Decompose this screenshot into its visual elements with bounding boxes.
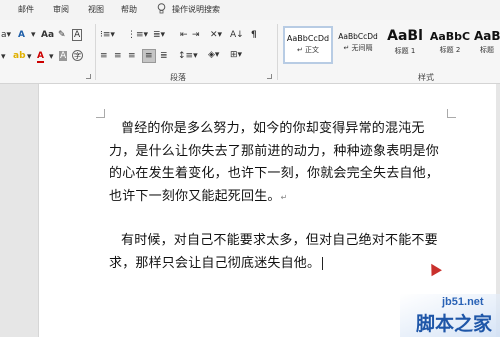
body-paragraph-1[interactable]: 曾经的你是多么努力，如今的你却变得异常的混沌无力，是什么让你失去了那前进的动力，… <box>109 118 449 209</box>
menu-view[interactable]: 视图 <box>88 4 104 15</box>
font-color-icon[interactable]: A <box>37 51 44 63</box>
dropdown-arrow-icon[interactable]: ▾ <box>49 52 54 62</box>
style-no-spacing[interactable]: AaBbCcDd ↵ 无间隔 <box>334 26 382 64</box>
style-preview: AaBl <box>387 28 423 44</box>
style-preview: AaBl <box>474 29 500 43</box>
sort-icon[interactable]: A↓ <box>230 30 244 40</box>
bullets-icon[interactable]: ⁝≡▾ <box>100 30 115 40</box>
aa-icon[interactable]: Aa <box>41 30 54 40</box>
watermark-name: 脚本之家 <box>416 313 493 335</box>
dropdown-arrow-icon[interactable]: ▾ <box>27 52 32 62</box>
paragraph-text: 曾经的你是多么努力，如今的你却变得异常的混沌无力，是什么让你失去了那前进的动力，… <box>109 121 440 204</box>
style-normal[interactable]: AaBbCcDd ↵ 正文 <box>283 26 333 64</box>
text-cursor <box>322 256 324 270</box>
style-label: 标题 2 <box>439 46 461 54</box>
highlight-color-icon[interactable]: ab <box>13 51 26 61</box>
font-dialog-launcher[interactable] <box>86 74 91 79</box>
style-heading-2[interactable]: AaBbC 标题 2 <box>428 26 472 64</box>
borders-icon[interactable]: ⊞▾ <box>230 50 242 60</box>
decrease-indent-icon[interactable]: ⇤ <box>180 30 188 40</box>
style-label: 标题 <box>480 46 494 54</box>
style-label: 标题 1 <box>394 47 416 55</box>
font-size-icon[interactable]: a▾ <box>1 30 11 40</box>
font-color-a-icon[interactable]: A <box>18 30 25 40</box>
dropdown-arrow-icon[interactable]: ▾ <box>1 52 6 62</box>
margin-corner-mark <box>96 109 105 118</box>
menu-help[interactable]: 帮助 <box>121 4 137 15</box>
numbering-icon[interactable]: ⋮≡▾ <box>127 30 148 40</box>
style-preview: AaBbCcDd <box>286 34 330 43</box>
line-spacing-icon[interactable]: ↕≡▾ <box>178 51 198 61</box>
watermark-url: jb51.net <box>442 296 484 308</box>
clear-format-icon[interactable]: ✎ <box>58 30 66 40</box>
menu-review[interactable]: 审阅 <box>53 4 69 15</box>
character-border-icon[interactable]: A <box>72 29 83 41</box>
ribbon: a▾ A ▾ Aa ✎ A ▾ ab ▾ A ▾ A 字 ⁝≡▾ ⋮≡▾ ≣▾ … <box>0 20 500 84</box>
increase-indent-icon[interactable]: ⇥ <box>192 30 200 40</box>
dropdown-arrow-icon[interactable]: ▾ <box>31 30 36 40</box>
style-label: ↵ 无间隔 <box>343 44 373 52</box>
paragraph-group-label: 段落 <box>170 73 186 82</box>
watermark: jb51.net 脚本之家 <box>400 294 500 337</box>
lightbulb-icon <box>157 3 166 14</box>
shading-icon[interactable]: A <box>59 51 68 61</box>
enclose-character-icon[interactable]: 字 <box>72 50 83 61</box>
style-preview: AaBbC <box>429 30 471 43</box>
chinese-layout-icon[interactable]: ✕▾ <box>210 30 222 40</box>
styles-group-label: 样式 <box>418 73 434 82</box>
tell-me-search[interactable]: 操作说明搜索 <box>172 4 220 15</box>
align-center-icon[interactable]: ≡ <box>114 51 122 61</box>
show-hide-marks-icon[interactable]: ¶ <box>251 30 257 40</box>
menu-bar: 邮件 审阅 视图 帮助 操作说明搜索 <box>0 0 500 20</box>
margin-corner-mark <box>447 109 456 118</box>
menu-mail[interactable]: 邮件 <box>18 4 34 15</box>
paragraph-text: 有时候，对自己不能要求太多，但对自己绝对不能不要求，那样只会让自己彻底迷失自他。 <box>109 233 438 271</box>
justify-icon[interactable]: ≡ <box>142 49 156 63</box>
style-preview: AaBbCcDd <box>338 32 378 41</box>
style-heading-1[interactable]: AaBl 标题 1 <box>384 26 426 64</box>
align-right-icon[interactable]: ≡ <box>128 51 136 61</box>
body-paragraph-2[interactable]: 有时候，对自己不能要求太多，但对自己绝对不能不要求，那样只会让自己彻底迷失自他。 <box>109 230 449 275</box>
style-title[interactable]: AaBl 标题 <box>474 26 500 64</box>
paragraph-dialog-launcher[interactable] <box>267 74 272 79</box>
style-label: ↵ 正文 <box>296 46 320 54</box>
shading-bucket-icon[interactable]: ◈▾ <box>208 50 219 60</box>
distributed-icon[interactable]: ≣ <box>160 51 168 61</box>
multilevel-list-icon[interactable]: ≣▾ <box>153 30 165 40</box>
paragraph-mark: ↵ <box>280 192 288 202</box>
align-left-icon[interactable]: ≡ <box>100 51 108 61</box>
